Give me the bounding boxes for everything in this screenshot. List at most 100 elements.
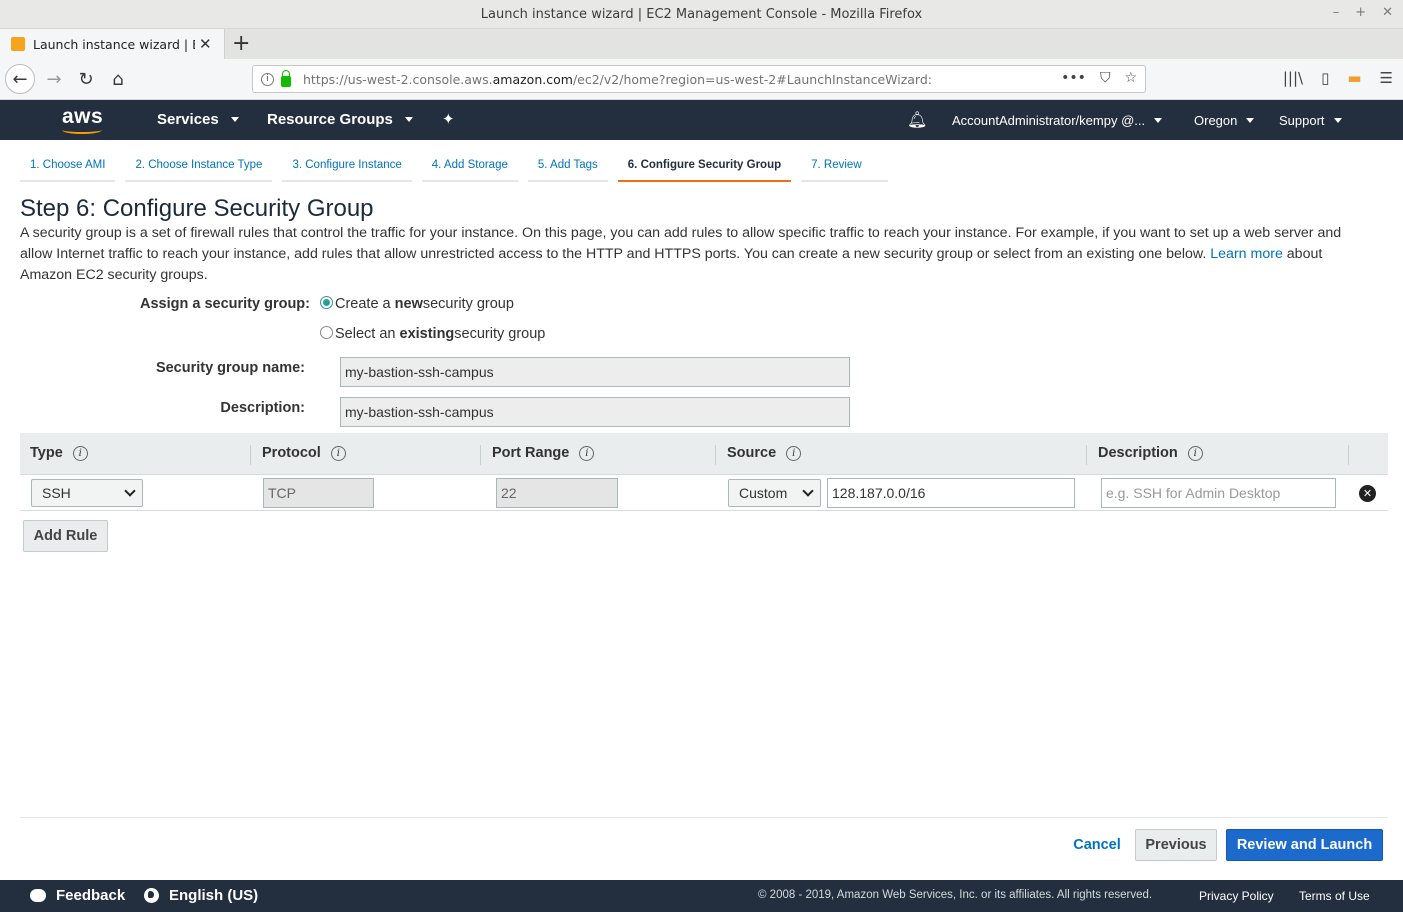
step-add-storage[interactable]: 4. Add Storage xyxy=(421,150,518,182)
chevron-down-icon xyxy=(124,485,136,497)
step-configure-security-group[interactable]: 6. Configure Security Group xyxy=(617,150,792,182)
minimize-icon[interactable]: – xyxy=(1333,5,1340,20)
window-controls: – + ✕ xyxy=(1333,5,1393,20)
rule-description-input[interactable]: e.g. SSH for Admin Desktop xyxy=(1101,478,1336,508)
support-menu[interactable]: Support xyxy=(1279,113,1342,128)
back-icon[interactable]: ← xyxy=(5,64,35,94)
security-group-name-input[interactable]: my-bastion-ssh-campus xyxy=(340,357,850,387)
learn-more-link[interactable]: Learn more xyxy=(1210,246,1283,262)
feedback-bubble-icon xyxy=(30,889,46,902)
chevron-down-icon xyxy=(1246,118,1255,123)
chevron-down-icon xyxy=(1154,118,1163,123)
rule-port-range-input: 22 xyxy=(496,478,618,508)
column-divider xyxy=(480,445,481,465)
column-divider xyxy=(1348,445,1349,465)
new-tab-icon[interactable]: + xyxy=(232,31,250,56)
security-group-name-label: Security group name: xyxy=(155,360,305,376)
table-row: SSH TCP 22 Custom 128.187.0.0/16 e.g. SS… xyxy=(20,475,1388,511)
bookmark-star-icon[interactable]: ☆ xyxy=(1124,70,1137,86)
step-review[interactable]: 7. Review xyxy=(801,150,888,182)
feedback-link[interactable]: Feedback xyxy=(30,887,125,904)
rule-source-cidr-input[interactable]: 128.187.0.0/16 xyxy=(827,478,1075,508)
step-configure-instance[interactable]: 3. Configure Instance xyxy=(282,150,412,182)
url-text: https://us-west-2.console.aws.amazon.com… xyxy=(303,71,933,87)
info-icon[interactable]: i xyxy=(1187,445,1203,461)
intro-text: A security group is a set of firewall ru… xyxy=(20,225,1342,283)
terms-of-use-link[interactable]: Terms of Use xyxy=(1299,889,1370,903)
services-menu[interactable]: Services xyxy=(157,111,239,128)
column-divider xyxy=(1086,445,1087,465)
chevron-down-icon xyxy=(404,117,413,122)
step-add-tags[interactable]: 5. Add Tags xyxy=(527,150,608,182)
th-type: Type i xyxy=(30,445,88,461)
maximize-icon[interactable]: + xyxy=(1355,5,1366,20)
column-divider xyxy=(250,445,251,465)
resource-groups-menu[interactable]: Resource Groups xyxy=(267,111,413,128)
assign-security-group-label: Assign a security group: xyxy=(139,296,310,312)
window-titlebar: Launch instance wizard | EC2 Management … xyxy=(0,0,1403,29)
radio-select-existing[interactable] xyxy=(320,325,333,339)
lock-icon[interactable] xyxy=(281,69,291,87)
rule-protocol-input: TCP xyxy=(263,478,374,508)
option-create-new[interactable]: Create a new security group xyxy=(320,295,514,312)
cancel-button[interactable]: Cancel xyxy=(1068,829,1126,861)
window-title: Launch instance wizard | EC2 Management … xyxy=(480,7,923,22)
aws-footer: Feedback English (US) © 2008 - 2019, Ama… xyxy=(0,880,1403,912)
url-bar[interactable]: i https://us-west-2.console.aws.amazon.c… xyxy=(252,65,1146,93)
url-actions: ••• ⛉ ☆ xyxy=(1061,70,1137,86)
info-icon[interactable]: i xyxy=(72,445,88,461)
description-label: Description: xyxy=(220,400,305,416)
aws-header: aws Services Resource Groups ✦ 🔔︎ Accoun… xyxy=(0,100,1403,140)
close-tab-icon[interactable]: ✕ xyxy=(199,35,212,53)
pin-icon[interactable]: ✦ xyxy=(442,110,455,128)
language-selector[interactable]: English (US) xyxy=(144,887,258,904)
page-actions-icon[interactable]: ••• xyxy=(1061,70,1086,86)
privacy-policy-link[interactable]: Privacy Policy xyxy=(1199,889,1274,903)
th-port-range: Port Range i xyxy=(492,445,595,461)
copyright-text: © 2008 - 2019, Amazon Web Services, Inc.… xyxy=(758,889,1153,901)
home-icon[interactable]: ⌂ xyxy=(103,64,133,94)
rule-type-select[interactable]: SSH xyxy=(31,479,143,507)
remove-rule-icon[interactable]: ✕ xyxy=(1359,485,1376,502)
chevron-down-icon xyxy=(230,117,239,122)
globe-icon xyxy=(144,888,159,903)
notifications-bell-icon[interactable]: 🔔︎ xyxy=(907,110,927,129)
page-title: Step 6: Configure Security Group xyxy=(20,195,374,222)
description-input[interactable]: my-bastion-ssh-campus xyxy=(340,397,850,427)
rule-source-select[interactable]: Custom xyxy=(728,479,821,507)
previous-button[interactable]: Previous xyxy=(1135,829,1217,861)
rules-table-header: Type i Protocol i Port Range i Source i Desc… xyxy=(20,433,1388,475)
chevron-down-icon xyxy=(1333,118,1342,123)
extension-icon[interactable]: ▬ xyxy=(1347,69,1361,87)
chevron-down-icon xyxy=(802,485,814,497)
sidebar-icon[interactable]: ▯ xyxy=(1321,69,1329,87)
option-select-existing[interactable]: Select an existing security group xyxy=(320,325,545,342)
add-rule-button[interactable]: Add Rule xyxy=(23,520,108,552)
menu-icon[interactable]: ☰ xyxy=(1380,69,1393,87)
region-menu[interactable]: Oregon xyxy=(1194,113,1255,128)
site-info-icon[interactable]: i xyxy=(261,72,274,86)
pocket-icon[interactable]: ⛉ xyxy=(1100,70,1111,86)
aws-favicon-icon xyxy=(11,37,25,51)
reload-icon[interactable]: ↻ xyxy=(71,64,101,94)
step-choose-ami[interactable]: 1. Choose AMI xyxy=(20,150,116,182)
th-source: Source i xyxy=(727,445,802,461)
info-icon[interactable]: i xyxy=(786,445,802,461)
radio-create-new[interactable] xyxy=(320,295,333,309)
browser-toolbar: ← → ↻ ⌂ i https://us-west-2.console.aws.… xyxy=(0,59,1403,100)
forward-icon[interactable]: → xyxy=(39,64,69,94)
account-menu[interactable]: AccountAdministrator/kempy @... xyxy=(952,113,1163,128)
info-icon[interactable]: i xyxy=(330,445,346,461)
divider xyxy=(20,817,1388,818)
tab-title: Launch instance wizard | EC2 xyxy=(33,36,195,52)
review-and-launch-button[interactable]: Review and Launch xyxy=(1226,829,1383,861)
library-icon[interactable]: |||\ xyxy=(1283,69,1303,87)
close-window-icon[interactable]: ✕ xyxy=(1382,5,1393,20)
info-icon[interactable]: i xyxy=(579,445,595,461)
wizard-steps: 1. Choose AMI 2. Choose Instance Type 3.… xyxy=(20,150,898,182)
aws-logo-smile xyxy=(62,126,102,134)
browser-tab[interactable]: Launch instance wizard | EC2 ✕ xyxy=(0,29,225,59)
step-choose-instance-type[interactable]: 2. Choose Instance Type xyxy=(125,150,273,182)
column-divider xyxy=(715,445,716,465)
tab-strip: Launch instance wizard | EC2 ✕ + xyxy=(0,29,1403,59)
